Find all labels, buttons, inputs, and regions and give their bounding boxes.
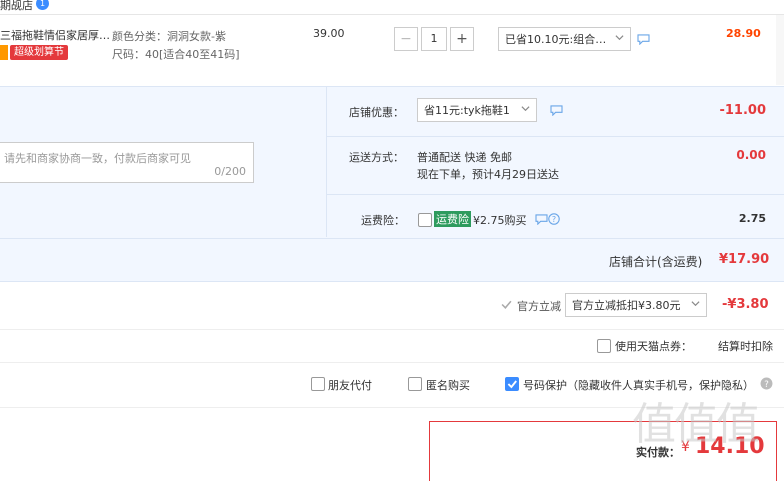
shop-total-value: ¥17.90: [719, 252, 770, 267]
insurance-price: ¥2.75购买: [473, 214, 527, 227]
friend-pay-label: 朋友代付: [328, 379, 372, 392]
shipping-eta: 现在下单，预计4月29日送达: [417, 168, 559, 181]
coupon-value: -11.00: [719, 103, 766, 118]
points-row: 使用天猫点券： 结算时扣除: [0, 330, 784, 363]
official-discount-select[interactable]: 官方立减抵扣¥3.80元: [565, 293, 707, 317]
points-checkbox[interactable]: [597, 339, 611, 353]
shop-name[interactable]: 期觇店: [0, 0, 33, 13]
insurance-value: 2.75: [738, 212, 766, 225]
insurance-checkbox[interactable]: [418, 213, 432, 227]
points-label: 使用天猫点券：: [615, 340, 692, 353]
anonymous-checkbox[interactable]: [408, 377, 422, 391]
insurance-row: 运费险： 运费险 ¥2.75购买 ? 2.75: [327, 196, 784, 237]
quantity-input[interactable]: 1: [421, 27, 447, 51]
check-icon: [507, 380, 517, 389]
coupon-row: 店铺优惠： 省11元:tyk拖鞋1 -11.00: [327, 87, 784, 137]
coupon-select-text: 省11元:tyk拖鞋1: [424, 104, 510, 117]
insurance-label: 运费险：: [361, 214, 405, 227]
official-discount-label: 官方立减: [517, 300, 561, 313]
coupon-select[interactable]: 省11元:tyk拖鞋1: [417, 98, 537, 122]
item-subtotal: 28.90: [726, 27, 761, 40]
item-row: 三福拖鞋情侣家居厚… 超级划算节 颜色分类：洞洞女款-紫 尺码：40[适合40至…: [0, 14, 784, 85]
points-value: 结算时扣除: [718, 340, 773, 353]
chat-icon[interactable]: [535, 214, 548, 225]
friend-pay-checkbox[interactable]: [311, 377, 325, 391]
help-icon[interactable]: ?: [548, 213, 560, 225]
official-discount-value: -¥3.80: [722, 297, 769, 312]
item-discount-text: 已省10.10元:组合…: [505, 33, 607, 46]
chevron-down-icon: [521, 106, 530, 112]
item-row-marker: [776, 15, 784, 85]
message-placeholder: 请先和商家协商一致，付款后商家可见: [4, 152, 191, 165]
shop-total-label: 店铺合计(含运费): [609, 255, 703, 269]
shop-header: 期觇店 1: [0, 0, 784, 12]
shipping-value: 0.00: [736, 148, 766, 162]
quantity-plus-button[interactable]: +: [450, 27, 474, 51]
anonymous-label: 匿名购买: [426, 379, 470, 392]
shipping-method: 普通配送 快递 免邮: [417, 151, 512, 164]
item-discount-select[interactable]: 已省10.10元:组合…: [498, 27, 631, 51]
check-icon: [501, 300, 512, 309]
message-char-count: 0/200: [214, 165, 246, 178]
shop-badge: 1: [36, 0, 49, 10]
promo-tag: 超级划算节: [10, 45, 68, 60]
watermark-logo: 值值值: [632, 399, 760, 450]
promo-tag-edge: [0, 45, 8, 60]
coupon-label: 店铺优惠：: [349, 106, 404, 119]
sku-size: 尺码：40[适合40至41码]: [112, 48, 240, 61]
phone-protect-checkbox[interactable]: [505, 377, 519, 391]
shop-section: 请先和商家协商一致，付款后商家可见 0/200 店铺优惠： 省11元:tyk拖鞋…: [0, 86, 784, 282]
official-discount-text: 官方立减抵扣¥3.80元: [572, 299, 681, 312]
chevron-down-icon: [615, 35, 624, 41]
message-field[interactable]: 请先和商家协商一致，付款后商家可见 0/200: [0, 142, 254, 183]
quantity-stepper: − 1 +: [394, 27, 482, 51]
shipping-row: 运送方式： 普通配送 快递 免邮 现在下单，预计4月29日送达 0.00: [327, 138, 784, 195]
svg-text:?: ?: [764, 380, 769, 390]
insurance-tag: 运费险: [434, 211, 471, 227]
unit-price: 39.00: [313, 27, 345, 40]
shipping-label: 运送方式：: [349, 151, 404, 164]
chat-icon[interactable]: [637, 34, 650, 45]
sku-color: 颜色分类：洞洞女款-紫: [112, 30, 226, 43]
chat-icon[interactable]: [550, 105, 563, 116]
quantity-minus-button[interactable]: −: [394, 27, 418, 51]
official-discount-row: 官方立减 官方立减抵扣¥3.80元 -¥3.80: [0, 283, 784, 330]
chevron-down-icon: [691, 301, 700, 307]
item-title[interactable]: 三福拖鞋情侣家居厚…: [0, 27, 110, 43]
svg-text:?: ?: [552, 215, 556, 224]
shop-total-row: 店铺合计(含运费) ¥17.90: [0, 238, 784, 283]
help-icon[interactable]: ?: [760, 377, 773, 390]
